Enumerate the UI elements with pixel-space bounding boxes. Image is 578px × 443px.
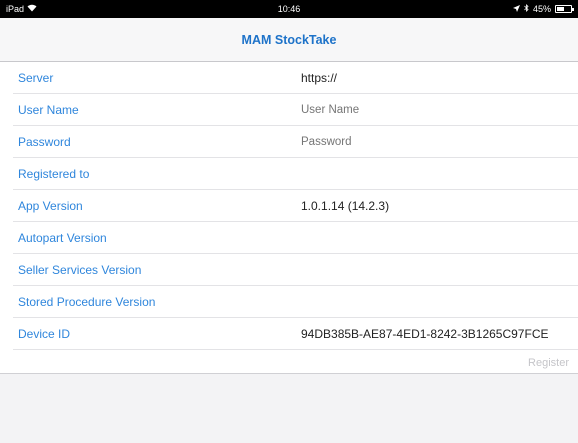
- device-id-label: Device ID: [18, 327, 71, 341]
- row-stored-procedure-version: Stored Procedure Version: [0, 286, 578, 318]
- page-title: MAM StockTake: [241, 32, 337, 47]
- server-label: Server: [18, 71, 54, 85]
- register-button[interactable]: Register: [528, 357, 569, 369]
- location-arrow-icon: [512, 4, 520, 14]
- app-version-value: 1.0.1.14 (14.2.3): [301, 199, 390, 213]
- status-left: iPad: [6, 4, 37, 14]
- device-name: iPad: [6, 4, 25, 14]
- device-id-value: 94DB385B-AE87-4ED1-8242-3B1265C97FCE: [301, 327, 549, 341]
- status-bar: iPad 10:46 45%: [0, 0, 578, 18]
- navigation-bar: MAM StockTake: [0, 18, 578, 62]
- autopart-version-label: Autopart Version: [18, 231, 107, 245]
- row-password[interactable]: Password: [0, 126, 578, 158]
- row-app-version: App Version 1.0.1.14 (14.2.3): [0, 190, 578, 222]
- status-time: 10:46: [277, 4, 301, 14]
- server-field[interactable]: https://: [301, 71, 337, 85]
- seller-services-version-label: Seller Services Version: [18, 263, 142, 277]
- settings-form: Server https:// User Name Password Regis…: [0, 62, 578, 374]
- app-version-label: App Version: [18, 199, 83, 213]
- row-username[interactable]: User Name: [0, 94, 578, 126]
- wifi-icon: [27, 4, 37, 14]
- status-right: 45%: [512, 4, 574, 14]
- password-label: Password: [18, 135, 71, 149]
- bluetooth-icon: [524, 4, 529, 14]
- username-field[interactable]: [301, 104, 541, 116]
- username-label: User Name: [18, 103, 79, 117]
- row-device-id: Device ID 94DB385B-AE87-4ED1-8242-3B1265…: [0, 318, 578, 350]
- registered-to-label: Registered to: [18, 167, 90, 181]
- battery-percent: 45%: [532, 4, 551, 14]
- battery-icon: [555, 5, 574, 13]
- row-seller-services-version: Seller Services Version: [0, 254, 578, 286]
- row-autopart-version: Autopart Version: [0, 222, 578, 254]
- row-registered-to: Registered to: [0, 158, 578, 190]
- stored-procedure-version-label: Stored Procedure Version: [18, 295, 156, 309]
- password-field[interactable]: [301, 136, 541, 148]
- row-server[interactable]: Server https://: [0, 62, 578, 94]
